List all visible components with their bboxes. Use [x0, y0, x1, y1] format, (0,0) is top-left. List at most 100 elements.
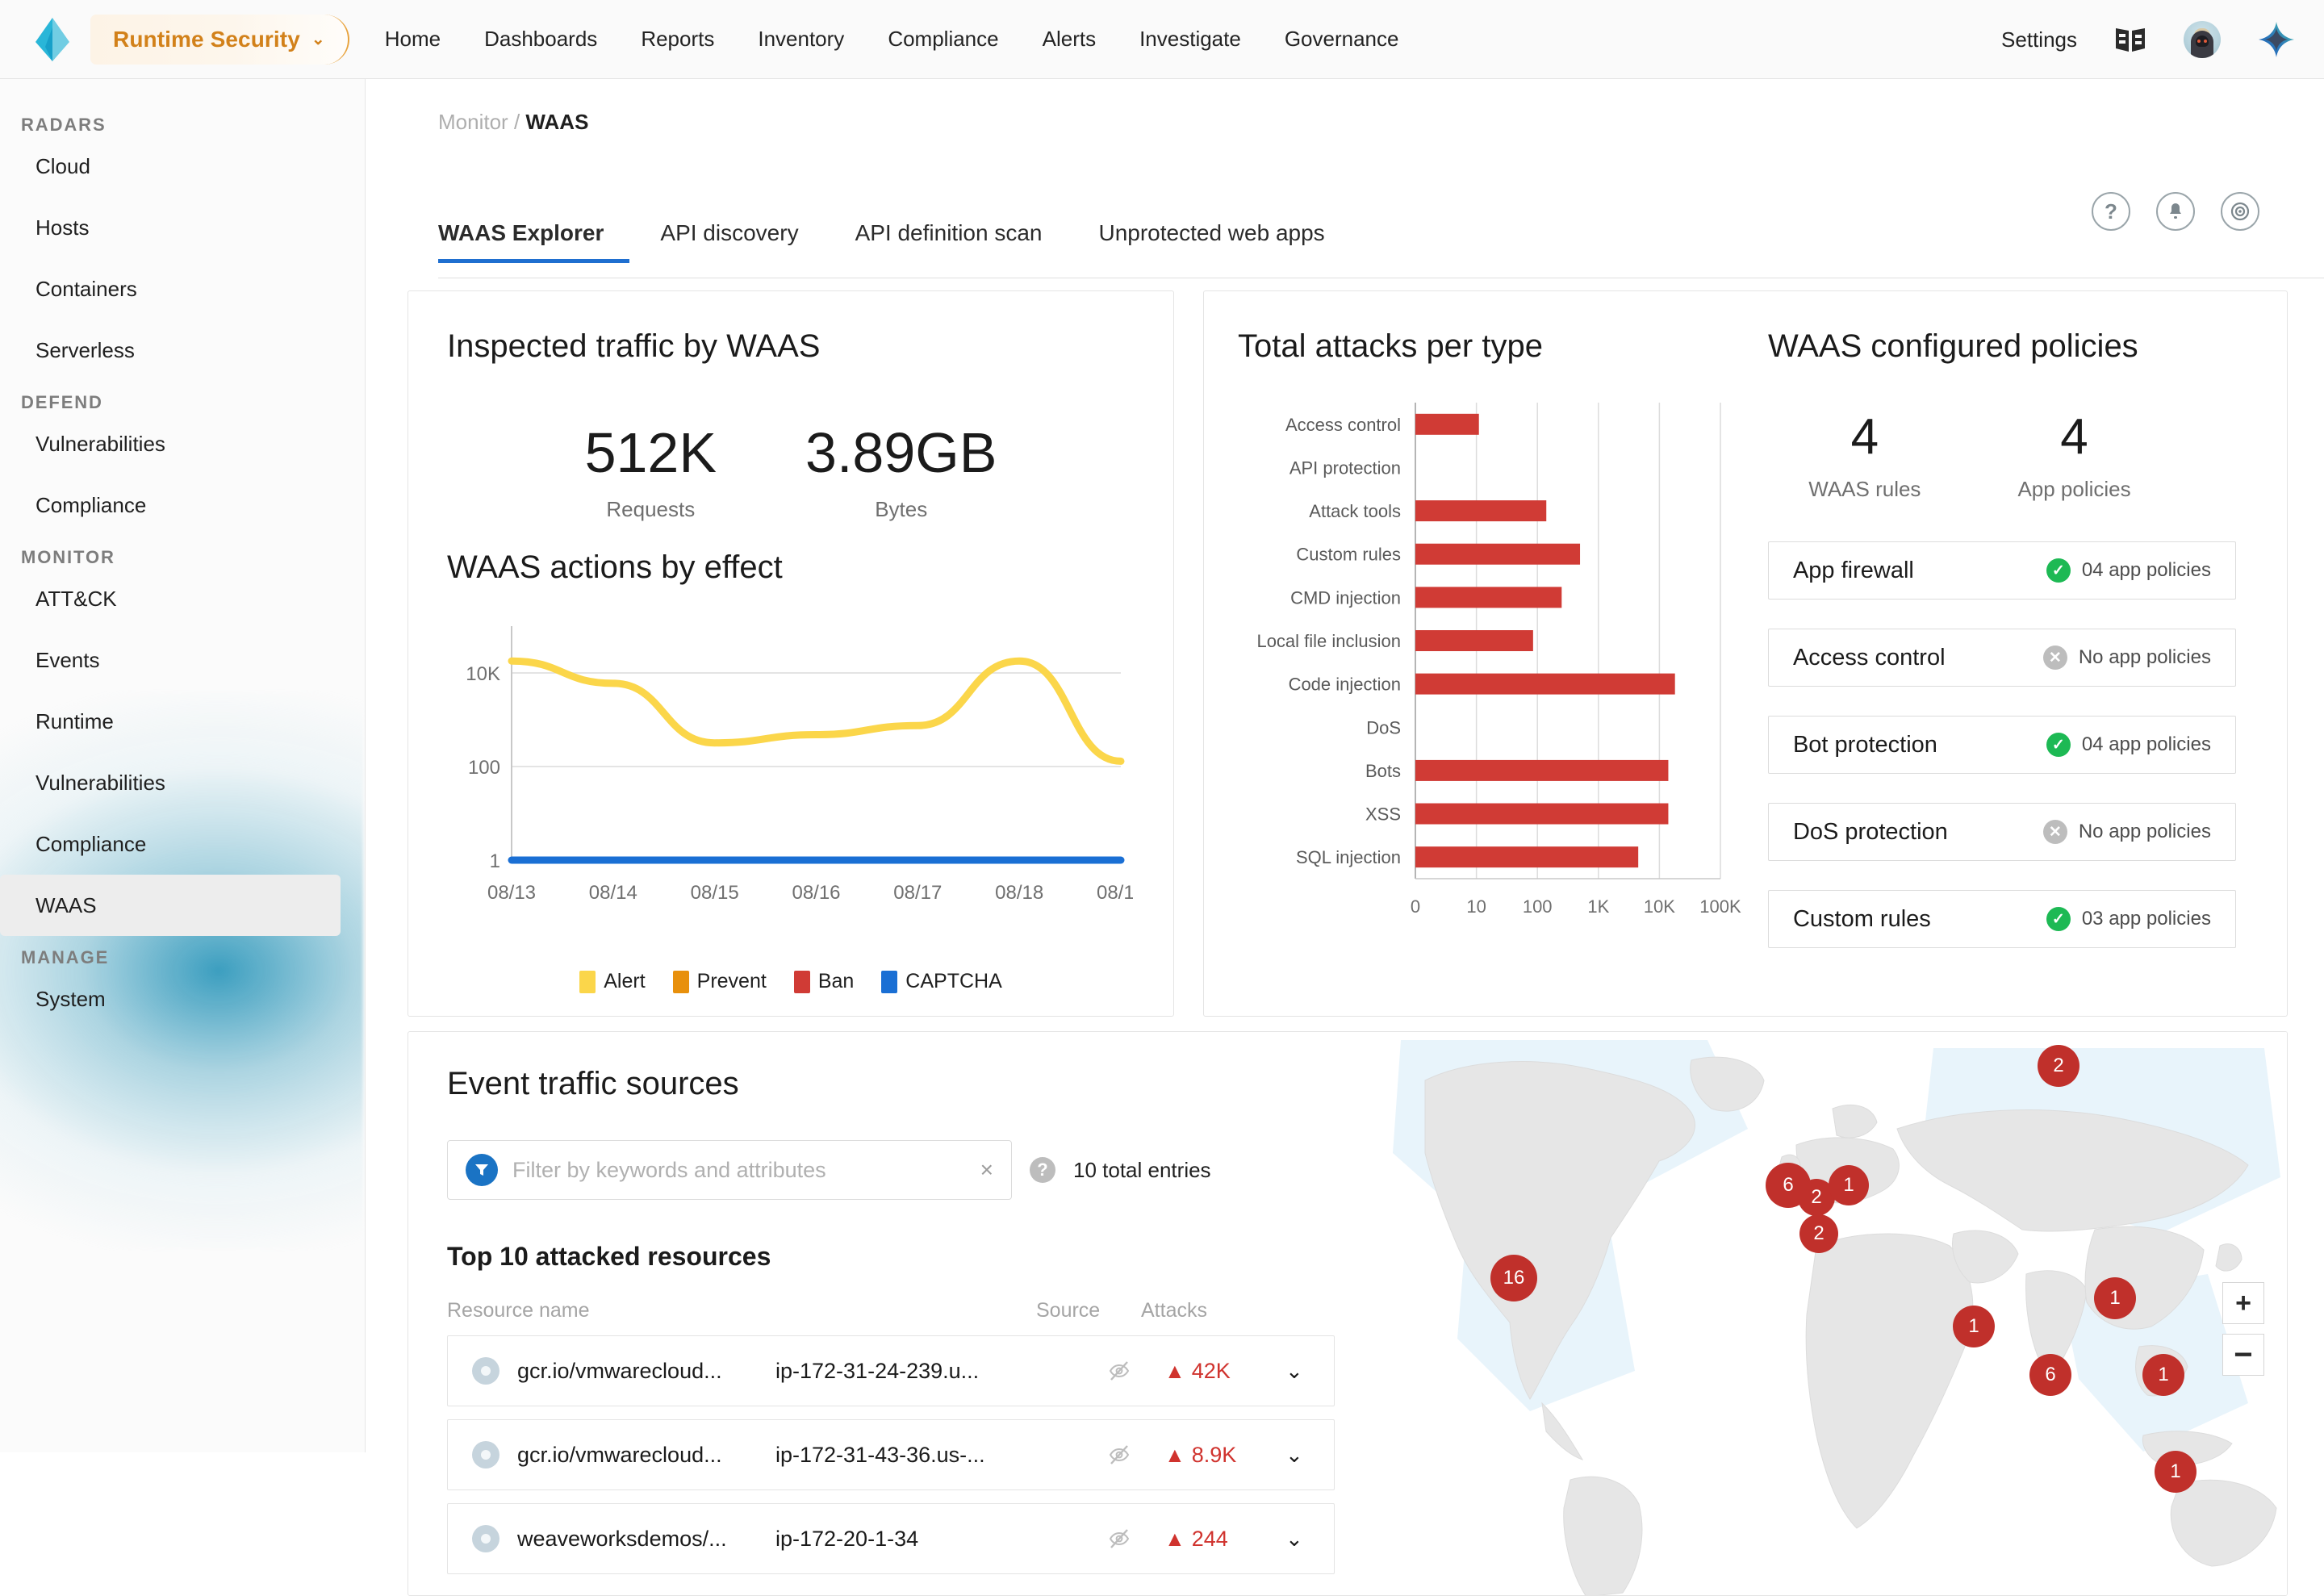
waas-actions-line-chart: 1 100 10K 08/13 08/14 08/15 08/16 08/17 08/18 08/… — [447, 610, 1145, 941]
policy-name: Bot protection — [1792, 731, 1937, 758]
nav-item-dashboards[interactable]: Dashboards — [484, 27, 597, 52]
policy-row-custom-rules[interactable]: Custom rules ✓ 03 app policies — [1767, 890, 2236, 948]
attack-count-value: 8.9K — [1191, 1442, 1237, 1467]
map-marker-label: 6 — [1783, 1174, 1794, 1196]
svg-text:SQL injection: SQL injection — [1296, 847, 1401, 867]
nav-item-home[interactable]: Home — [385, 27, 441, 52]
table-row[interactable]: weaveworksdemos/... ip-172-20-1-34 ▲ 244… — [447, 1503, 1335, 1574]
tab-unprotected-web-apps[interactable]: Unprotected web apps — [1098, 220, 1350, 262]
policy-row-dos-protection[interactable]: DoS protection ✕ No app policies — [1767, 803, 2236, 861]
stat-waas-rules-value: 4 — [1850, 409, 1879, 465]
sidebar-item-containers[interactable]: Containers — [0, 258, 365, 320]
sidebar-item-cloud[interactable]: Cloud — [0, 136, 365, 197]
sidebar-item-system[interactable]: System — [0, 968, 365, 1030]
table-row[interactable]: gcr.io/vmwarecloud... ip-172-31-24-239.u… — [447, 1335, 1335, 1406]
check-circle-icon: ✓ — [2046, 733, 2071, 757]
sidebar-item-label: Runtime — [36, 708, 114, 733]
sidebar-item-serverless[interactable]: Serverless — [0, 320, 365, 381]
column-header-attacks: Attacks — [1141, 1299, 1207, 1322]
avatar[interactable] — [2184, 21, 2221, 58]
nav-item-reports[interactable]: Reports — [641, 27, 714, 52]
sidebar-item-attack[interactable]: ATT&CK — [0, 568, 365, 629]
svg-text:XSS: XSS — [1365, 804, 1401, 825]
sidebar-item-monitor-compliance[interactable]: Compliance — [0, 813, 365, 875]
resource-host: ip-172-20-1-34 — [775, 1526, 919, 1551]
svg-text:100K: 100K — [1699, 896, 1741, 917]
svg-text:0: 0 — [1411, 896, 1420, 917]
nav-item-inventory[interactable]: Inventory — [758, 27, 844, 52]
context-switcher[interactable]: Runtime Security ⌄ — [90, 14, 349, 65]
waas-policies-list: App firewall ✓ 04 app policies Access co… — [1767, 541, 2236, 977]
waas-policies-title: WAAS configured policies — [1767, 328, 2138, 364]
event-traffic-sources-panel: Event traffic sources × ? 10 total entri… — [408, 1031, 2288, 1596]
map-marker-label: 2 — [1811, 1186, 1822, 1208]
map-zoom-in-button[interactable]: + — [2222, 1282, 2264, 1324]
map-marker-label: 1 — [1843, 1174, 1854, 1196]
map-marker[interactable]: 6 — [2029, 1354, 2071, 1396]
map-marker-label: 2 — [1813, 1222, 1825, 1244]
chevron-down-icon[interactable]: ⌄ — [1285, 1359, 1303, 1384]
resource-status-icon — [472, 1357, 499, 1385]
filter-funnel-icon — [466, 1154, 498, 1186]
table-row[interactable]: gcr.io/vmwarecloud... ip-172-31-43-36.us… — [447, 1419, 1335, 1490]
chevron-down-icon[interactable]: ⌄ — [1285, 1443, 1303, 1468]
map-marker[interactable]: 1 — [1829, 1165, 1869, 1205]
policy-row-app-firewall[interactable]: App firewall ✓ 04 app policies — [1767, 541, 2236, 600]
sidebar-item-defend-vulnerabilities[interactable]: Vulnerabilities — [0, 413, 365, 474]
source-hidden-icon — [1074, 1359, 1164, 1383]
help-tooltip-icon[interactable]: ? — [1030, 1157, 1055, 1183]
check-circle-icon: ✓ — [2046, 907, 2071, 931]
sidebar-item-label: System — [36, 986, 106, 1011]
attack-count-value: 42K — [1191, 1358, 1231, 1383]
sparkle-icon[interactable] — [2258, 21, 2295, 58]
map-marker[interactable]: 1 — [2155, 1451, 2197, 1493]
clear-filter-icon[interactable]: × — [980, 1157, 993, 1183]
map-marker[interactable]: 2 — [2038, 1045, 2079, 1087]
policy-status: ✕ No app policies — [2042, 820, 2211, 844]
legend-item-captcha: CAPTCHA — [881, 970, 1002, 993]
topbar-right-controls: Settings — [2001, 0, 2295, 79]
tab-waas-explorer[interactable]: WAAS Explorer — [438, 220, 630, 263]
map-marker[interactable]: 1 — [2142, 1354, 2184, 1396]
nav-item-investigate[interactable]: Investigate — [1139, 27, 1241, 52]
tab-api-definition-scan[interactable]: API definition scan — [855, 220, 1068, 262]
map-marker[interactable]: 16 — [1490, 1255, 1537, 1301]
nav-item-governance[interactable]: Governance — [1285, 27, 1399, 52]
map-marker[interactable]: 1 — [1953, 1306, 1995, 1347]
filter-input-wrapper[interactable]: × — [447, 1140, 1012, 1200]
book-icon[interactable] — [2114, 26, 2146, 53]
policy-row-access-control[interactable]: Access control ✕ No app policies — [1767, 629, 2236, 687]
map-zoom-out-button[interactable]: − — [2222, 1334, 2264, 1376]
map-marker[interactable]: 1 — [2094, 1277, 2136, 1319]
sidebar-item-events[interactable]: Events — [0, 629, 365, 691]
tab-api-discovery[interactable]: API discovery — [660, 220, 824, 262]
attack-source-map[interactable]: 2 6 2 1 2 16 1 1 6 1 1 + − — [1369, 1032, 2287, 1595]
sidebar-item-runtime[interactable]: Runtime — [0, 691, 365, 752]
svg-text:DoS: DoS — [1366, 717, 1401, 737]
attack-count: ▲ 8.9K — [1164, 1443, 1285, 1468]
nav-item-compliance[interactable]: Compliance — [888, 27, 998, 52]
legend-swatch-alert — [579, 970, 596, 993]
settings-link[interactable]: Settings — [2001, 27, 2077, 52]
sidebar-item-waas[interactable]: WAAS — [0, 875, 341, 936]
policy-row-bot-protection[interactable]: Bot protection ✓ 04 app policies — [1767, 716, 2236, 774]
sidebar-item-monitor-vulnerabilities[interactable]: Vulnerabilities — [0, 752, 365, 813]
nav-item-alerts[interactable]: Alerts — [1043, 27, 1096, 52]
sidebar-item-hosts[interactable]: Hosts — [0, 197, 365, 258]
sidebar-item-defend-compliance[interactable]: Compliance — [0, 474, 365, 536]
prisma-logo-icon[interactable] — [27, 15, 77, 65]
legend-item-ban: Ban — [793, 970, 854, 993]
sidebar-item-label: Cloud — [36, 153, 90, 178]
resource-host: ip-172-31-43-36.us-... — [775, 1442, 985, 1467]
legend-swatch-ban — [793, 970, 810, 993]
map-marker[interactable]: 2 — [1799, 1214, 1838, 1253]
breadcrumb-parent[interactable]: Monitor — [438, 110, 508, 134]
stat-bytes-label: Bytes — [875, 497, 928, 521]
policy-status-text: 03 app policies — [2081, 908, 2211, 930]
stat-waas-rules-label: WAAS rules — [1808, 477, 1921, 501]
filter-bar: × ? 10 total entries — [447, 1140, 1211, 1200]
search-input[interactable] — [512, 1157, 966, 1183]
chevron-down-icon[interactable]: ⌄ — [1285, 1527, 1303, 1552]
policy-name: DoS protection — [1792, 818, 1948, 845]
policy-name: Custom rules — [1792, 905, 1931, 932]
